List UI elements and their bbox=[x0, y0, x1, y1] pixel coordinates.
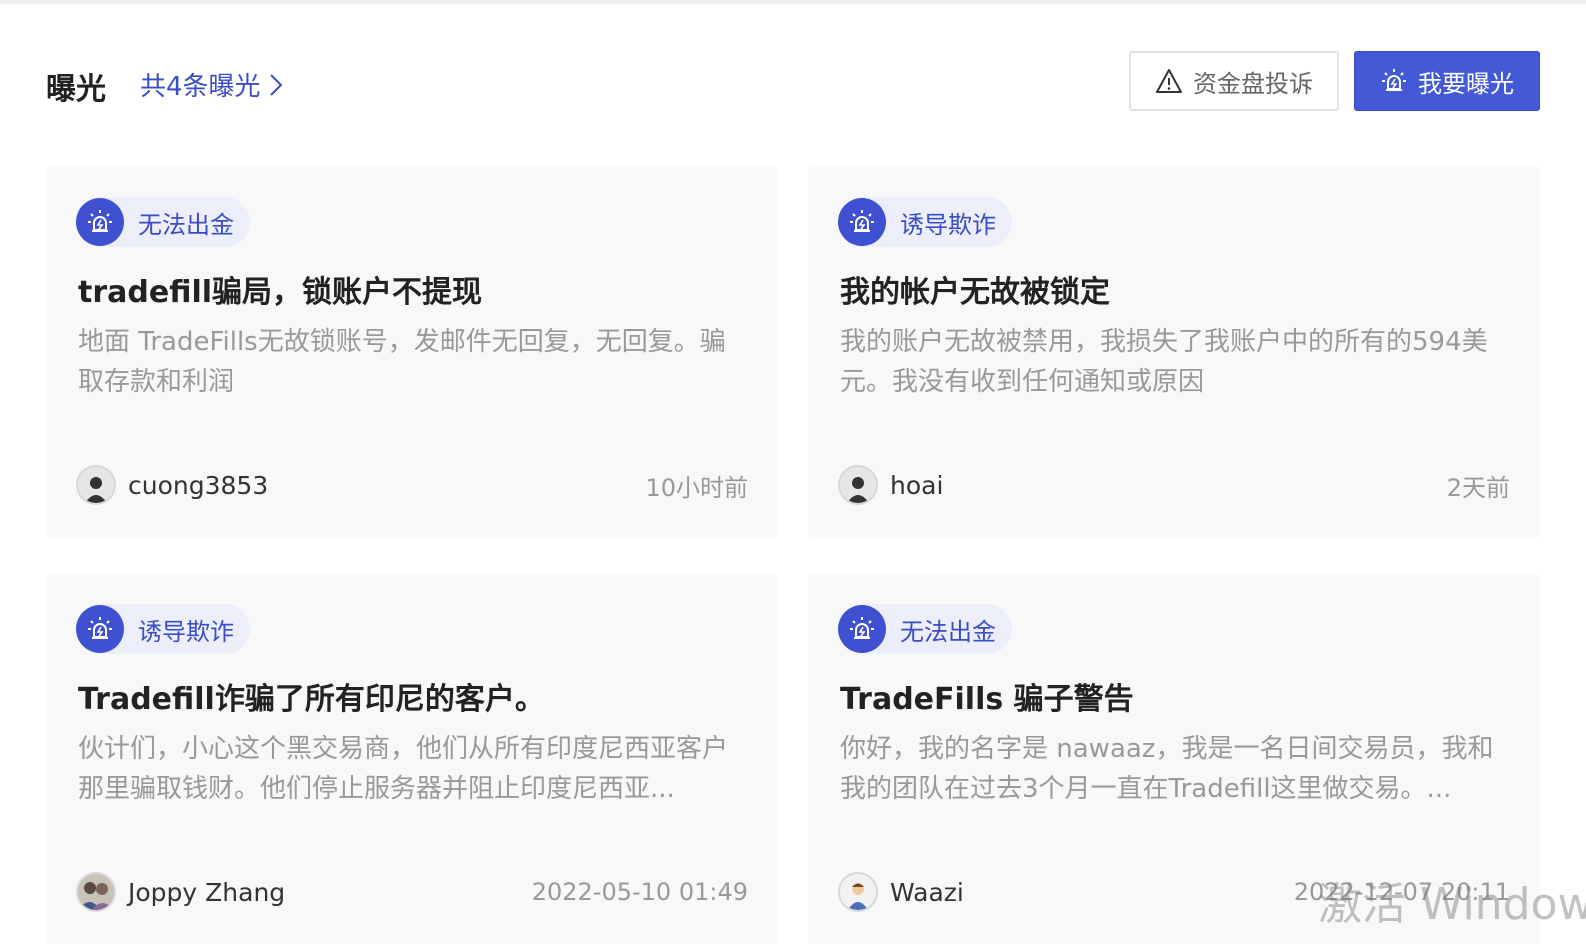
alarm-icon bbox=[76, 605, 124, 653]
chevron-right-icon bbox=[269, 73, 282, 96]
category-tag: 无法出金 bbox=[838, 604, 1012, 654]
post-time: 10小时前 bbox=[645, 473, 748, 502]
page-title: 曝光 bbox=[46, 72, 106, 107]
user-photo-icon bbox=[78, 882, 114, 910]
avatar[interactable] bbox=[76, 872, 116, 912]
card-title[interactable]: 我的帐户无故被锁定 bbox=[840, 267, 1520, 311]
expose-button-label: 我要曝光 bbox=[1418, 69, 1514, 98]
username[interactable]: hoai bbox=[890, 471, 943, 500]
complaint-button-label: 资金盘投诉 bbox=[1193, 69, 1313, 98]
expose-button[interactable]: 我要曝光 bbox=[1354, 51, 1540, 111]
alarm-icon bbox=[838, 198, 886, 246]
alarm-icon bbox=[1382, 69, 1406, 91]
category-tag: 无法出金 bbox=[76, 197, 250, 247]
top-divider bbox=[0, 0, 1586, 4]
category-tag: 诱导欺诈 bbox=[838, 197, 1012, 247]
card-description: 你好，我的名字是 nawaaz，我是一名日间交易员，我和我的团队在过去3个月一直… bbox=[840, 734, 1494, 804]
card-footer: cuong3853 10小时前 bbox=[76, 465, 748, 505]
exposure-count-link[interactable]: 共4条曝光 bbox=[140, 66, 283, 103]
page-header: 曝光 共4条曝光 资金盘投诉 我要曝光 bbox=[46, 50, 1540, 112]
card-title[interactable]: tradefill骗局，锁账户不提现 bbox=[78, 267, 758, 311]
post-time: 2022-05-10 01:49 bbox=[531, 878, 748, 906]
card-description: 地面 TradeFills无故锁账号，发邮件无回复，无回复。骗取存款和利润 bbox=[78, 327, 726, 397]
user-icon bbox=[85, 477, 107, 503]
alarm-icon bbox=[76, 198, 124, 246]
exposure-card[interactable]: 无法出金 tradefill骗局，锁账户不提现 地面 TradeFills无故锁… bbox=[46, 167, 778, 537]
alarm-icon bbox=[838, 605, 886, 653]
category-tag-label: 无法出金 bbox=[138, 210, 234, 239]
post-time: 2天前 bbox=[1446, 473, 1510, 502]
exposure-card[interactable]: 诱导欺诈 Tradefill诈骗了所有印尼的客户。 伙计们，小心这个黑交易商，他… bbox=[46, 574, 778, 944]
card-footer: Joppy Zhang 2022-05-10 01:49 bbox=[76, 872, 748, 912]
card-description: 我的账户无故被禁用，我损失了我账户中的所有的594美元。我没有收到任何通知或原因 bbox=[840, 327, 1488, 397]
username[interactable]: Waazi bbox=[890, 878, 964, 907]
user-cartoon-icon bbox=[848, 883, 868, 910]
category-tag-label: 诱导欺诈 bbox=[900, 210, 996, 239]
card-footer: hoai 2天前 bbox=[838, 465, 1510, 505]
exposure-card[interactable]: 诱导欺诈 我的帐户无故被锁定 我的账户无故被禁用，我损失了我账户中的所有的594… bbox=[808, 167, 1540, 537]
category-tag-label: 诱导欺诈 bbox=[138, 617, 234, 646]
category-tag-label: 无法出金 bbox=[900, 617, 996, 646]
card-title[interactable]: Tradefill诈骗了所有印尼的客户。 bbox=[78, 674, 758, 718]
os-activation-watermark: 激活 Window bbox=[1318, 879, 1586, 930]
avatar[interactable] bbox=[838, 465, 878, 505]
category-tag: 诱导欺诈 bbox=[76, 604, 250, 654]
user-icon bbox=[847, 477, 869, 503]
complaint-button[interactable]: 资金盘投诉 bbox=[1129, 51, 1339, 111]
warning-triangle-icon bbox=[1156, 69, 1182, 93]
avatar[interactable] bbox=[838, 872, 878, 912]
card-description: 伙计们，小心这个黑交易商，他们从所有印度尼西亚客户那里骗取钱财。他们停止服务器并… bbox=[78, 734, 729, 804]
username[interactable]: cuong3853 bbox=[128, 471, 268, 500]
card-title[interactable]: TradeFills 骗子警告 bbox=[840, 674, 1520, 718]
exposure-count-label: 共4条曝光 bbox=[140, 72, 261, 102]
username[interactable]: Joppy Zhang bbox=[128, 878, 285, 907]
avatar[interactable] bbox=[76, 465, 116, 505]
